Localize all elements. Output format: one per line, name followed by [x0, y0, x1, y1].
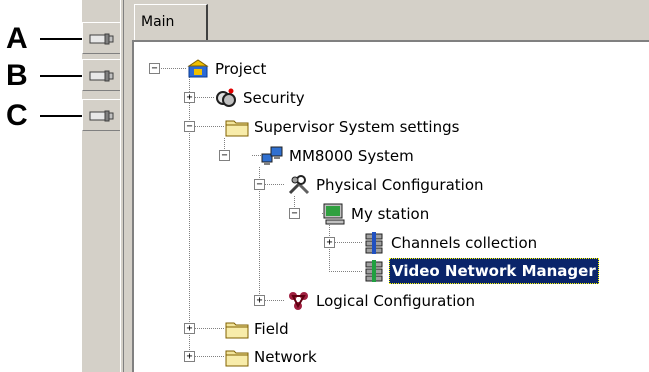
- expander-glyph: −: [291, 208, 298, 219]
- camera-toolbar: [82, 0, 124, 372]
- callout-a: A: [0, 22, 84, 56]
- tools-icon: [288, 175, 310, 195]
- camera-button-c[interactable]: [82, 99, 122, 131]
- tab-main[interactable]: Main: [134, 4, 208, 40]
- camera-button-a[interactable]: [82, 22, 122, 54]
- project-collapse-toggle[interactable]: −: [149, 63, 160, 74]
- network-expand-toggle[interactable]: +: [184, 351, 195, 362]
- security-expand-toggle[interactable]: +: [184, 92, 195, 103]
- camera-button-b[interactable]: [82, 59, 122, 91]
- expander-glyph: −: [186, 121, 193, 132]
- folder-icon: [225, 322, 249, 339]
- expander-glyph: −: [221, 150, 228, 161]
- folder-icon: [225, 350, 249, 367]
- expander-glyph: +: [256, 295, 263, 306]
- tree-node-label: Field: [254, 320, 289, 338]
- workstation-icon: [323, 203, 345, 225]
- callout-c: C: [0, 99, 84, 133]
- supervisor-collapse-toggle[interactable]: −: [184, 121, 195, 132]
- tree-node-label: Channels collection: [391, 234, 538, 252]
- folder-icon: [225, 120, 249, 137]
- security-icon: [216, 88, 236, 107]
- channels-expand-toggle[interactable]: +: [324, 237, 335, 248]
- callout-letter: C: [6, 99, 28, 132]
- mystation-collapse-toggle[interactable]: −: [289, 208, 300, 219]
- callout-letter: A: [6, 22, 28, 55]
- tree-node-label: Security: [243, 89, 305, 107]
- main-panel: Main − Project + Security − Supervisor S…: [124, 0, 649, 372]
- network-computers-icon: [261, 146, 283, 165]
- tree-node-label: Logical Configuration: [316, 292, 476, 310]
- expander-glyph: +: [186, 323, 193, 334]
- callout-line: [40, 75, 84, 77]
- video-manager-icon: [365, 260, 383, 282]
- logical-expand-toggle[interactable]: +: [254, 295, 265, 306]
- camera-icon: [89, 70, 114, 82]
- callout-line: [40, 38, 84, 40]
- expander-glyph: +: [186, 92, 193, 103]
- expander-glyph: −: [256, 179, 263, 190]
- tree-node-label: Network: [254, 348, 317, 366]
- expander-glyph: +: [326, 237, 333, 248]
- callout-line: [40, 115, 84, 117]
- tree-node-label: Supervisor System settings: [254, 118, 460, 136]
- tree-node-label: My station: [351, 205, 430, 223]
- expander-glyph: +: [186, 351, 193, 362]
- project-icon: [187, 59, 209, 78]
- logical-config-icon: [289, 292, 308, 310]
- camera-icon: [89, 110, 114, 122]
- project-tree: − Project + Security − Supervisor System…: [132, 40, 649, 372]
- callout-letter: B: [6, 59, 28, 92]
- tree-node-label: Physical Configuration: [316, 176, 484, 194]
- expander-glyph: −: [151, 63, 158, 74]
- tree-node-label: MM8000 System: [289, 147, 414, 165]
- physical-collapse-toggle[interactable]: −: [254, 179, 265, 190]
- tree-node-label: Project: [215, 60, 267, 78]
- callout-b: B: [0, 59, 84, 93]
- tree-node-label: Video Network Manager: [389, 258, 599, 284]
- mm8000-collapse-toggle[interactable]: −: [219, 150, 230, 161]
- channels-icon: [365, 232, 383, 254]
- field-expand-toggle[interactable]: +: [184, 323, 195, 334]
- camera-icon: [89, 33, 114, 45]
